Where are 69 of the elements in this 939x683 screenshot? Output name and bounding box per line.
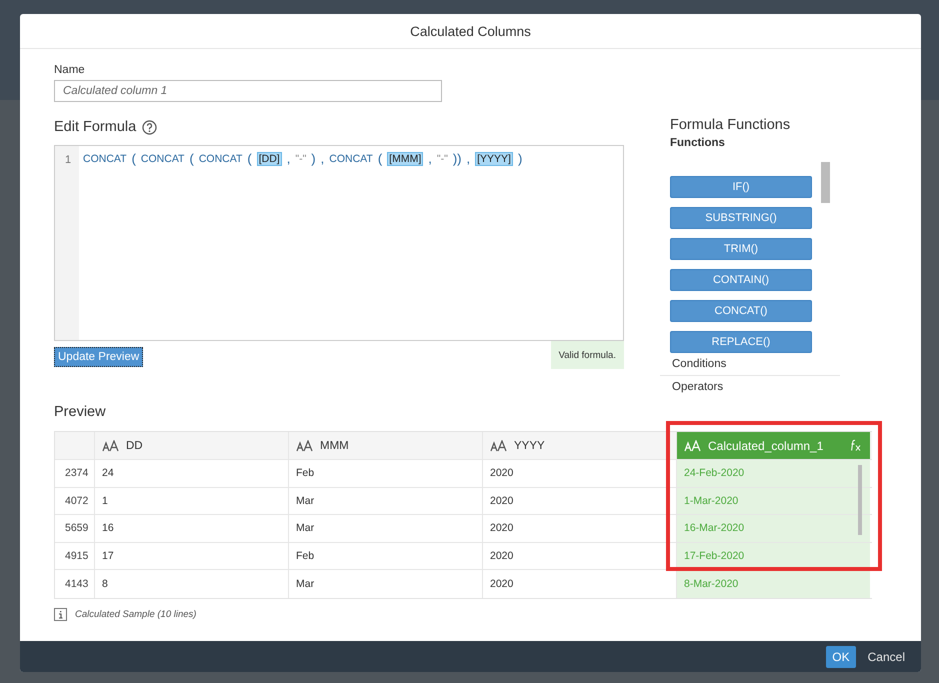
code-token: CONCAT <box>83 152 127 164</box>
code-token: ( <box>247 151 252 166</box>
column-header[interactable]: MMM <box>288 432 482 459</box>
table-cell: 24 <box>94 460 288 486</box>
function-button[interactable]: REPLACE() <box>670 331 812 353</box>
sample-note: Calculated Sample (10 lines) <box>75 608 196 620</box>
function-button[interactable]: IF() <box>670 176 812 198</box>
field-token: [YYYY] <box>475 152 513 166</box>
table-cell: 24-Feb-2020 <box>676 460 870 486</box>
name-input-field[interactable]: Calculated column 1 <box>54 80 442 102</box>
row-index: 5659 <box>64 521 90 536</box>
ok-button[interactable]: OK <box>826 646 856 668</box>
code-token: CONCAT <box>329 152 373 164</box>
code-token: , <box>320 151 324 166</box>
row-index: 4915 <box>64 548 90 564</box>
table-cell: 17 <box>94 542 288 569</box>
row-index: 4143 <box>64 576 90 592</box>
code-token: ( <box>132 151 136 166</box>
section-heading: Edit Formula <box>54 119 136 135</box>
table-cell: 1 <box>94 488 288 514</box>
panel-heading: Formula Functions <box>670 117 792 133</box>
section-item[interactable]: Operators <box>660 376 840 398</box>
table-cell: Feb <box>288 542 482 569</box>
field-token: [MMM] <box>387 152 424 166</box>
code-token: ) <box>518 151 522 166</box>
code-token: ) <box>311 151 316 166</box>
code-token: ( <box>189 151 194 166</box>
function-button[interactable]: TRIM() <box>670 238 812 260</box>
validation-message: Valid formula. <box>550 341 624 369</box>
section-heading: Preview <box>54 404 107 420</box>
cancel-button[interactable]: Cancel <box>862 646 911 668</box>
code-token: CONCAT <box>198 152 242 164</box>
dialog-title: Calculated Columns <box>410 24 531 38</box>
table-cell: 16-Mar-2020 <box>676 515 870 542</box>
table-cell: Mar <box>288 515 482 542</box>
table-cell: 8-Mar-2020 <box>676 570 870 598</box>
code-token: )) <box>452 151 462 166</box>
scrollbar-thumb[interactable] <box>821 162 830 203</box>
function-icon <box>849 439 862 452</box>
table-cell: 16 <box>94 515 288 542</box>
table-cell: 8 <box>94 570 288 598</box>
section-item[interactable]: Conditions <box>660 353 840 376</box>
code-token: , <box>286 151 290 166</box>
field-label: Name <box>54 64 86 76</box>
function-button[interactable]: SUBSTRING() <box>670 207 812 229</box>
code-token: ( <box>378 151 382 166</box>
update-preview-button[interactable]: Update Preview <box>54 347 144 367</box>
help-icon[interactable] <box>142 120 158 134</box>
function-button[interactable]: CONTAIN() <box>670 269 812 291</box>
table-cell: Feb <box>288 460 482 486</box>
line-number: 1 <box>65 154 72 166</box>
panel-subheading: Functions <box>670 137 726 149</box>
table-cell: 1-Mar-2020 <box>676 488 870 514</box>
code-token: "-" <box>295 152 306 164</box>
function-button[interactable]: CONCAT() <box>670 300 812 322</box>
field-token: [DD] <box>256 152 282 166</box>
formula-editor[interactable]: 1 CONCAT ( CONCAT ( CONCAT ( [DD] , "-" ) , CONCAT ( [MMM] , "-" )) , [YYYY] ) <box>54 145 624 341</box>
code-token: CONCAT <box>140 152 184 164</box>
code-token: , <box>428 151 432 166</box>
table-cell: Mar <box>288 570 482 598</box>
code-token: , <box>466 151 470 166</box>
info-icon <box>54 608 67 620</box>
column-header[interactable]: Calculated_column_1 <box>676 432 870 459</box>
code-token: "-" <box>436 152 448 164</box>
row-index: 4072 <box>64 494 90 509</box>
column-header[interactable]: DD <box>94 432 288 459</box>
scrollbar-thumb[interactable] <box>858 465 862 535</box>
table-cell: Mar <box>288 488 482 514</box>
row-index: 2374 <box>64 466 90 482</box>
